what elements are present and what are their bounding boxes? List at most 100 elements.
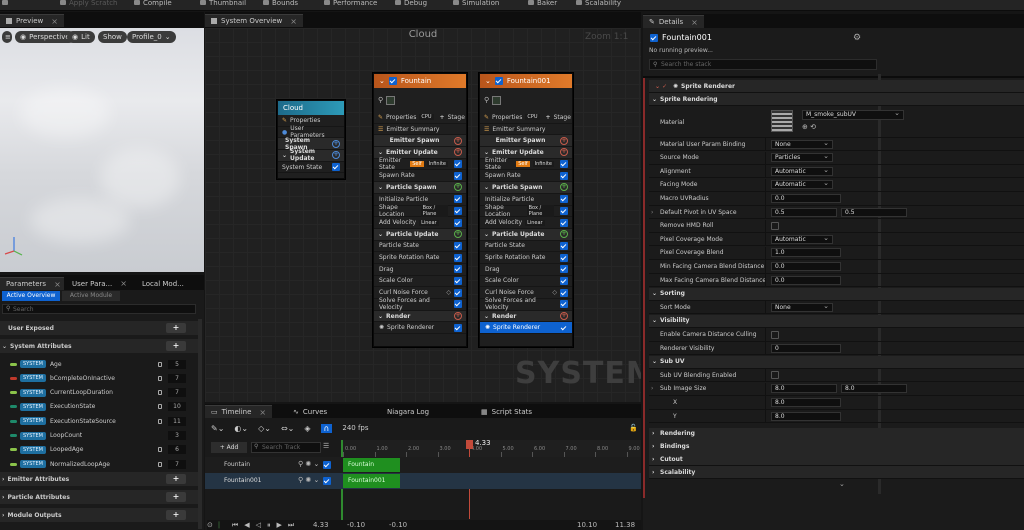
add-module-icon[interactable]: + — [560, 230, 568, 239]
module-enabled-checkbox[interactable] — [560, 241, 568, 250]
close-icon[interactable]: × — [259, 408, 266, 417]
property-input-x[interactable]: 8.0 — [771, 384, 837, 394]
go-to-start-icon[interactable]: ⎸ — [219, 521, 226, 530]
property-row-sort-mode[interactable]: Sort Mode None — [649, 301, 1024, 315]
track-row[interactable]: Fountain001 ⚲ ✺ ⌄ Fountain001 — [205, 473, 641, 489]
stage-row[interactable]: Emitter Spawn + — [480, 135, 572, 148]
property-row-macro-uv[interactable]: Macro UVRadius 0.0 — [649, 192, 1024, 206]
isolate-icon[interactable]: ⚲ — [484, 96, 489, 104]
module-enabled-checkbox[interactable] — [560, 195, 568, 204]
property-row-source-mode[interactable]: Source Mode Particles — [649, 151, 1024, 165]
module-enabled-checkbox[interactable] — [454, 276, 462, 285]
active-overview-tab[interactable]: Active Overview — [2, 291, 60, 301]
close-icon[interactable]: × — [51, 17, 58, 26]
module-enabled-checkbox[interactable] — [454, 300, 462, 309]
module-row[interactable]: Drag — [480, 264, 572, 276]
track-row[interactable]: Fountain ⚲ ✺ ⌄ Fountain — [205, 457, 641, 473]
collapsed-section[interactable]: › Rendering — [649, 427, 1024, 441]
stage-row[interactable]: ⌄ Particle Update + — [374, 228, 466, 241]
collapsed-section[interactable]: › Scalability — [649, 466, 1024, 480]
playhead-handle[interactable] — [466, 440, 473, 449]
module-row[interactable]: Add Velocity Linear — [374, 217, 466, 229]
play-reverse-icon[interactable]: ◁ — [256, 521, 261, 529]
browse-icons[interactable]: ⊕ ⟲ — [802, 123, 816, 131]
emitter-node-header[interactable]: ⌄ Fountain — [374, 74, 466, 88]
settings-gear-icon[interactable]: ⚙ — [853, 33, 861, 43]
module-row[interactable]: Sprite Rotation Rate — [374, 252, 466, 264]
emitter-enabled-checkbox[interactable] — [388, 77, 397, 85]
module-row[interactable]: Scale Color — [480, 276, 572, 288]
collapsed-section[interactable]: › Bindings — [649, 440, 1024, 454]
property-row-facing-mode[interactable]: Facing Mode Automatic — [649, 178, 1024, 193]
property-input[interactable]: 1.0 — [771, 248, 841, 258]
add-stage-icon[interactable]: + — [440, 114, 445, 121]
property-checkbox[interactable] — [771, 371, 779, 380]
property-dropdown[interactable]: None — [771, 139, 833, 149]
module-row[interactable]: Solve Forces and Velocity — [374, 297, 466, 311]
module-row[interactable]: Scale Color — [374, 276, 466, 288]
module-enabled-checkbox[interactable] — [560, 160, 568, 169]
property-dropdown[interactable]: Particles — [771, 152, 833, 163]
add-module-icon[interactable]: + — [454, 136, 462, 145]
close-icon[interactable]: × — [54, 280, 61, 289]
stage-row[interactable]: ⌄ Particle Spawn + — [374, 182, 466, 194]
track-enabled-checkbox[interactable] — [323, 461, 331, 469]
time-ruler[interactable]: 0.00 1.00 2.00 3.00 4.00 5.00 6.00 7.00 8.00 9.00… — [341, 440, 674, 458]
system-node[interactable]: Cloud ✎ Properties ● User Parameters Syste… — [277, 100, 345, 179]
simulation-button[interactable]: Simulation — [453, 0, 499, 10]
perspective-button[interactable]: ◉ Perspective — [15, 31, 75, 43]
system-attribute-row[interactable]: SYSTEM LoopCount 3 — [0, 429, 198, 443]
tab-parameters[interactable]: Parameters × — [0, 277, 64, 290]
add-module-icon[interactable]: + — [454, 148, 462, 157]
system-attribute-row[interactable]: SYSTEM ExecutionStateSource 11 — [0, 414, 198, 428]
property-input-y[interactable]: 8.0 — [841, 384, 907, 394]
view-icon[interactable]: ◐⌄ — [234, 424, 248, 433]
system-node-header[interactable]: Cloud — [278, 101, 344, 115]
preview-viewport[interactable]: ≡ ◉ Perspective ◉ Lit Show Profile_0 ⌄ — [0, 28, 204, 272]
property-input-y[interactable]: 0.5 — [841, 207, 907, 217]
eye-icon[interactable]: ◇ — [446, 289, 451, 296]
add-module-icon[interactable]: + — [560, 312, 568, 321]
emitter-node[interactable]: ⌄ Fountain001 ⚲ ✎ Properties CPU + Stage ☰ Emitte… — [479, 73, 573, 347]
step-forward-icon[interactable]: ▶ — [276, 521, 281, 529]
module-row[interactable]: ✺ Sprite Renderer — [480, 322, 572, 335]
collapsed-section[interactable]: › Cutout — [649, 453, 1024, 467]
module-row[interactable]: Add Velocity Linear — [480, 217, 572, 229]
close-icon[interactable]: × — [120, 279, 127, 288]
material-dropdown[interactable]: M_smoke_subUV — [802, 109, 904, 120]
emitter-summary-row[interactable]: ☰ Emitter Summary — [374, 124, 466, 136]
property-row-alignment[interactable]: Alignment Automatic — [649, 165, 1024, 179]
section-header-sorting[interactable]: ⌄ Sorting — [649, 287, 1024, 301]
section-header-sub-uv[interactable]: ⌄ Sub UV — [649, 355, 1024, 369]
play-start[interactable]: -0.10 — [389, 521, 407, 529]
debug-button[interactable]: Debug — [395, 0, 427, 10]
module-enabled-checkbox[interactable] — [454, 288, 462, 297]
stack-search-input[interactable]: ⚲ Search the stack — [649, 59, 877, 70]
tab-system-overview[interactable]: System Overview × — [205, 14, 303, 27]
system-attribute-row[interactable]: SYSTEM CurrentLoopDuration 7 — [0, 386, 198, 400]
module-row[interactable]: Spawn Rate — [480, 170, 572, 183]
scalability-button[interactable]: Scalability — [576, 0, 621, 10]
tab-curves[interactable]: ∿ Curves — [287, 405, 333, 418]
module-enabled-checkbox[interactable] — [560, 206, 568, 215]
property-checkbox[interactable] — [771, 221, 779, 230]
add-module-icon[interactable]: + — [332, 139, 340, 148]
module-enabled-checkbox[interactable] — [560, 265, 568, 274]
module-enabled-checkbox[interactable] — [454, 265, 462, 274]
system-overview-graph[interactable]: Cloud Zoom 1:1 SYSTEM Cloud ✎Properties … — [205, 28, 641, 402]
pause-icon[interactable]: ⏸ — [267, 521, 271, 530]
module-enabled-checkbox[interactable] — [454, 218, 462, 227]
property-row-pixel-mode[interactable]: Pixel Coverage Mode Automatic — [649, 233, 1024, 247]
module-enabled-checkbox[interactable] — [454, 323, 462, 332]
property-row-subuv-blend[interactable]: Sub UV Blending Enabled — [649, 369, 1024, 383]
play-end[interactable]: 10.10 — [577, 521, 597, 529]
emitter-enabled-checkbox[interactable] — [494, 77, 503, 85]
fps-selector[interactable]: 240 fps — [342, 424, 368, 432]
stage-row[interactable]: ⌄ Particle Spawn + — [480, 182, 572, 194]
system-attribute-row[interactable]: SYSTEM bCompleteOnInactive 7 — [0, 371, 198, 385]
stage-row[interactable]: ⌄ Render + — [374, 310, 466, 323]
module-enabled-checkbox[interactable] — [454, 160, 462, 169]
system-attributes-section[interactable]: ⌄ System Attributes + — [0, 339, 198, 353]
add-button[interactable]: + — [166, 323, 186, 333]
module-enabled-checkbox[interactable] — [560, 288, 568, 297]
